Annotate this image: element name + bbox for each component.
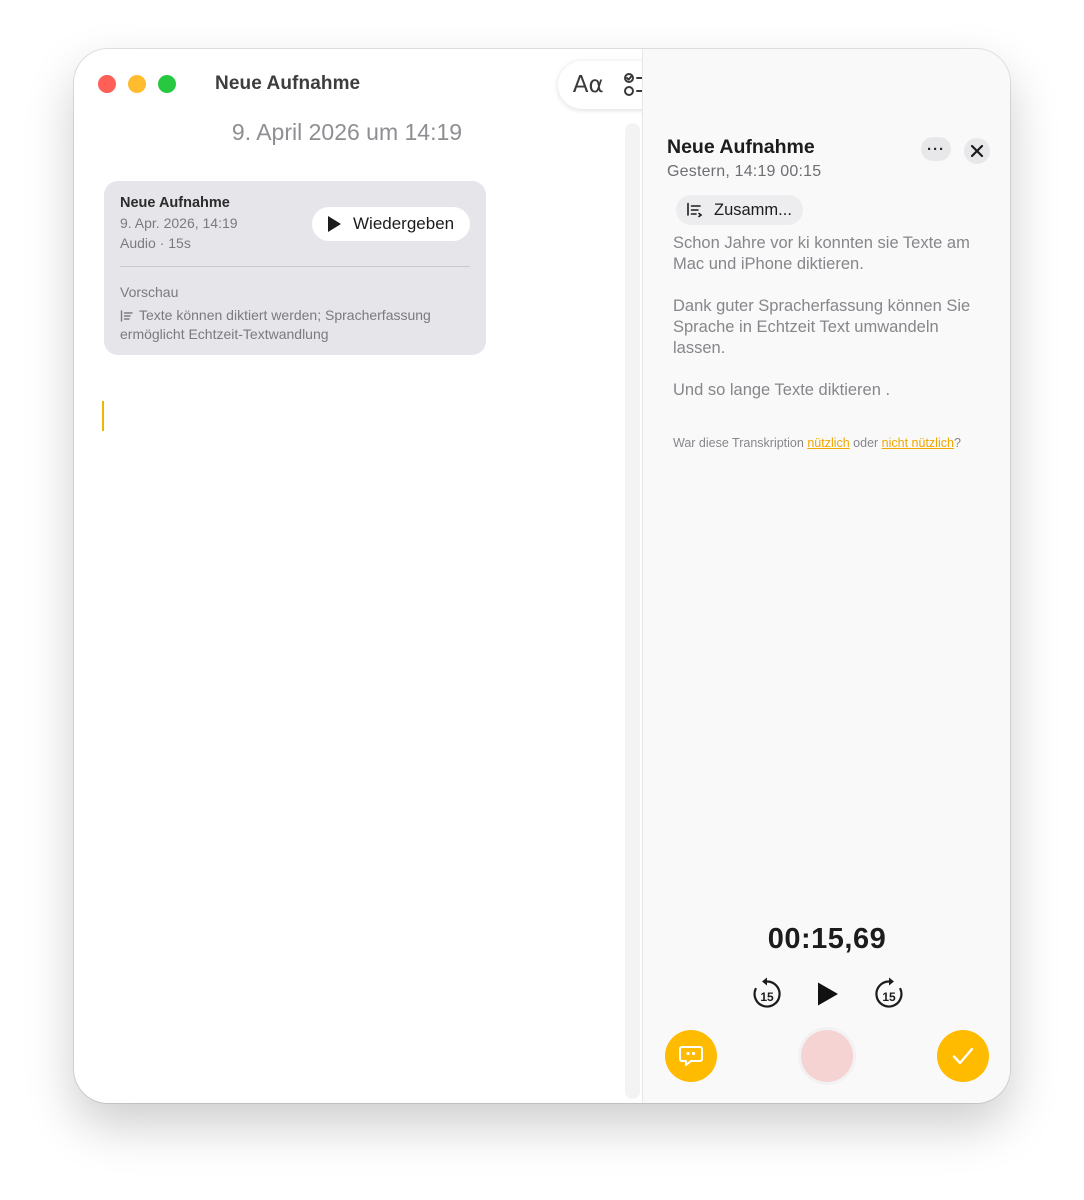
- quote-bubble-icon: [679, 1046, 703, 1066]
- panel-play-button[interactable]: [809, 974, 845, 1014]
- record-button[interactable]: [801, 1030, 853, 1082]
- audio-card-divider: [120, 266, 470, 267]
- recording-panel: Neue Aufnahme Gestern, 14:19 00:15 ··· Z…: [642, 49, 1010, 1103]
- preview-text-content: Texte können diktiert werden; Spracherfa…: [120, 307, 431, 342]
- skip-back-label: 15: [760, 990, 774, 1004]
- play-recording-button[interactable]: Wiedergeben: [312, 207, 470, 241]
- recording-subtitle: Gestern, 14:19 00:15: [667, 163, 822, 180]
- text-format-button[interactable]: Aα: [570, 67, 606, 103]
- summary-icon: [120, 310, 133, 322]
- play-button-label: Wiedergeben: [353, 214, 455, 233]
- text-cursor: [102, 401, 104, 431]
- recording-more-button[interactable]: ···: [921, 137, 951, 161]
- feedback-suffix: ?: [953, 436, 961, 450]
- skip-back-button[interactable]: 15: [749, 974, 785, 1014]
- minimize-window-button[interactable]: [128, 75, 146, 93]
- play-icon: [818, 982, 838, 1006]
- maximize-window-button[interactable]: [158, 75, 176, 93]
- close-panel-button[interactable]: [964, 138, 990, 164]
- audio-card-meta: Audio · 15s: [120, 235, 191, 251]
- skip-forward-15-icon: 15: [875, 977, 903, 1008]
- summary-button-label: Zusamm...: [714, 200, 792, 219]
- feedback-useful-link[interactable]: nützlich: [807, 436, 849, 450]
- audio-attachment-card[interactable]: Neue Aufnahme 9. Apr. 2026, 14:19 Audio …: [104, 181, 486, 355]
- note-date-header: 9. April 2026 um 14:19: [231, 119, 463, 145]
- transcription-feedback: War diese Transkription nützlich oder ni…: [673, 435, 973, 452]
- audio-card-title: Neue Aufnahme: [120, 195, 230, 211]
- playback-timer: 00:15,69: [767, 923, 887, 955]
- note-scroll-track[interactable]: [625, 123, 640, 1099]
- transcript-toggle-button[interactable]: [665, 1030, 717, 1082]
- close-icon: [970, 144, 984, 158]
- skip-back-15-icon: 15: [753, 977, 781, 1008]
- preview-label: Vorschau: [120, 284, 179, 300]
- done-button[interactable]: [937, 1030, 989, 1082]
- audio-card-date: 9. Apr. 2026, 14:19: [120, 215, 238, 231]
- checkmark-icon: [952, 1047, 974, 1065]
- summary-icon: [687, 202, 703, 218]
- recording-title: Neue Aufnahme: [667, 136, 815, 158]
- window-title: Neue Aufnahme: [215, 73, 361, 94]
- transcript-text: Schon Jahre vor ki konnten sie Texte am …: [673, 233, 991, 422]
- transcript-paragraph: Dank guter Spracherfassung können Sie Sp…: [673, 297, 971, 357]
- transcript-paragraph: Schon Jahre vor ki konnten sie Texte am …: [673, 234, 970, 273]
- close-window-button[interactable]: [98, 75, 116, 93]
- text-format-icon: Aα: [572, 72, 604, 98]
- playback-controls: 15 15: [643, 974, 1010, 1014]
- feedback-middle: oder: [849, 436, 882, 450]
- play-icon: [328, 216, 341, 232]
- skip-forward-button[interactable]: 15: [871, 974, 907, 1014]
- summary-button[interactable]: Zusamm...: [676, 195, 803, 225]
- transcript-paragraph: Und so lange Texte diktieren .: [673, 381, 891, 399]
- notes-window: Neue Aufnahme Aα 9. April 2026 um 14:19 …: [74, 49, 1010, 1103]
- preview-text: Texte können diktiert werden; Spracherfa…: [120, 306, 470, 344]
- feedback-prefix: War diese Transkription: [673, 436, 808, 450]
- feedback-not-useful-link[interactable]: nicht nützlich: [882, 436, 954, 450]
- ellipsis-icon: ···: [927, 140, 945, 158]
- skip-forward-label: 15: [882, 990, 896, 1004]
